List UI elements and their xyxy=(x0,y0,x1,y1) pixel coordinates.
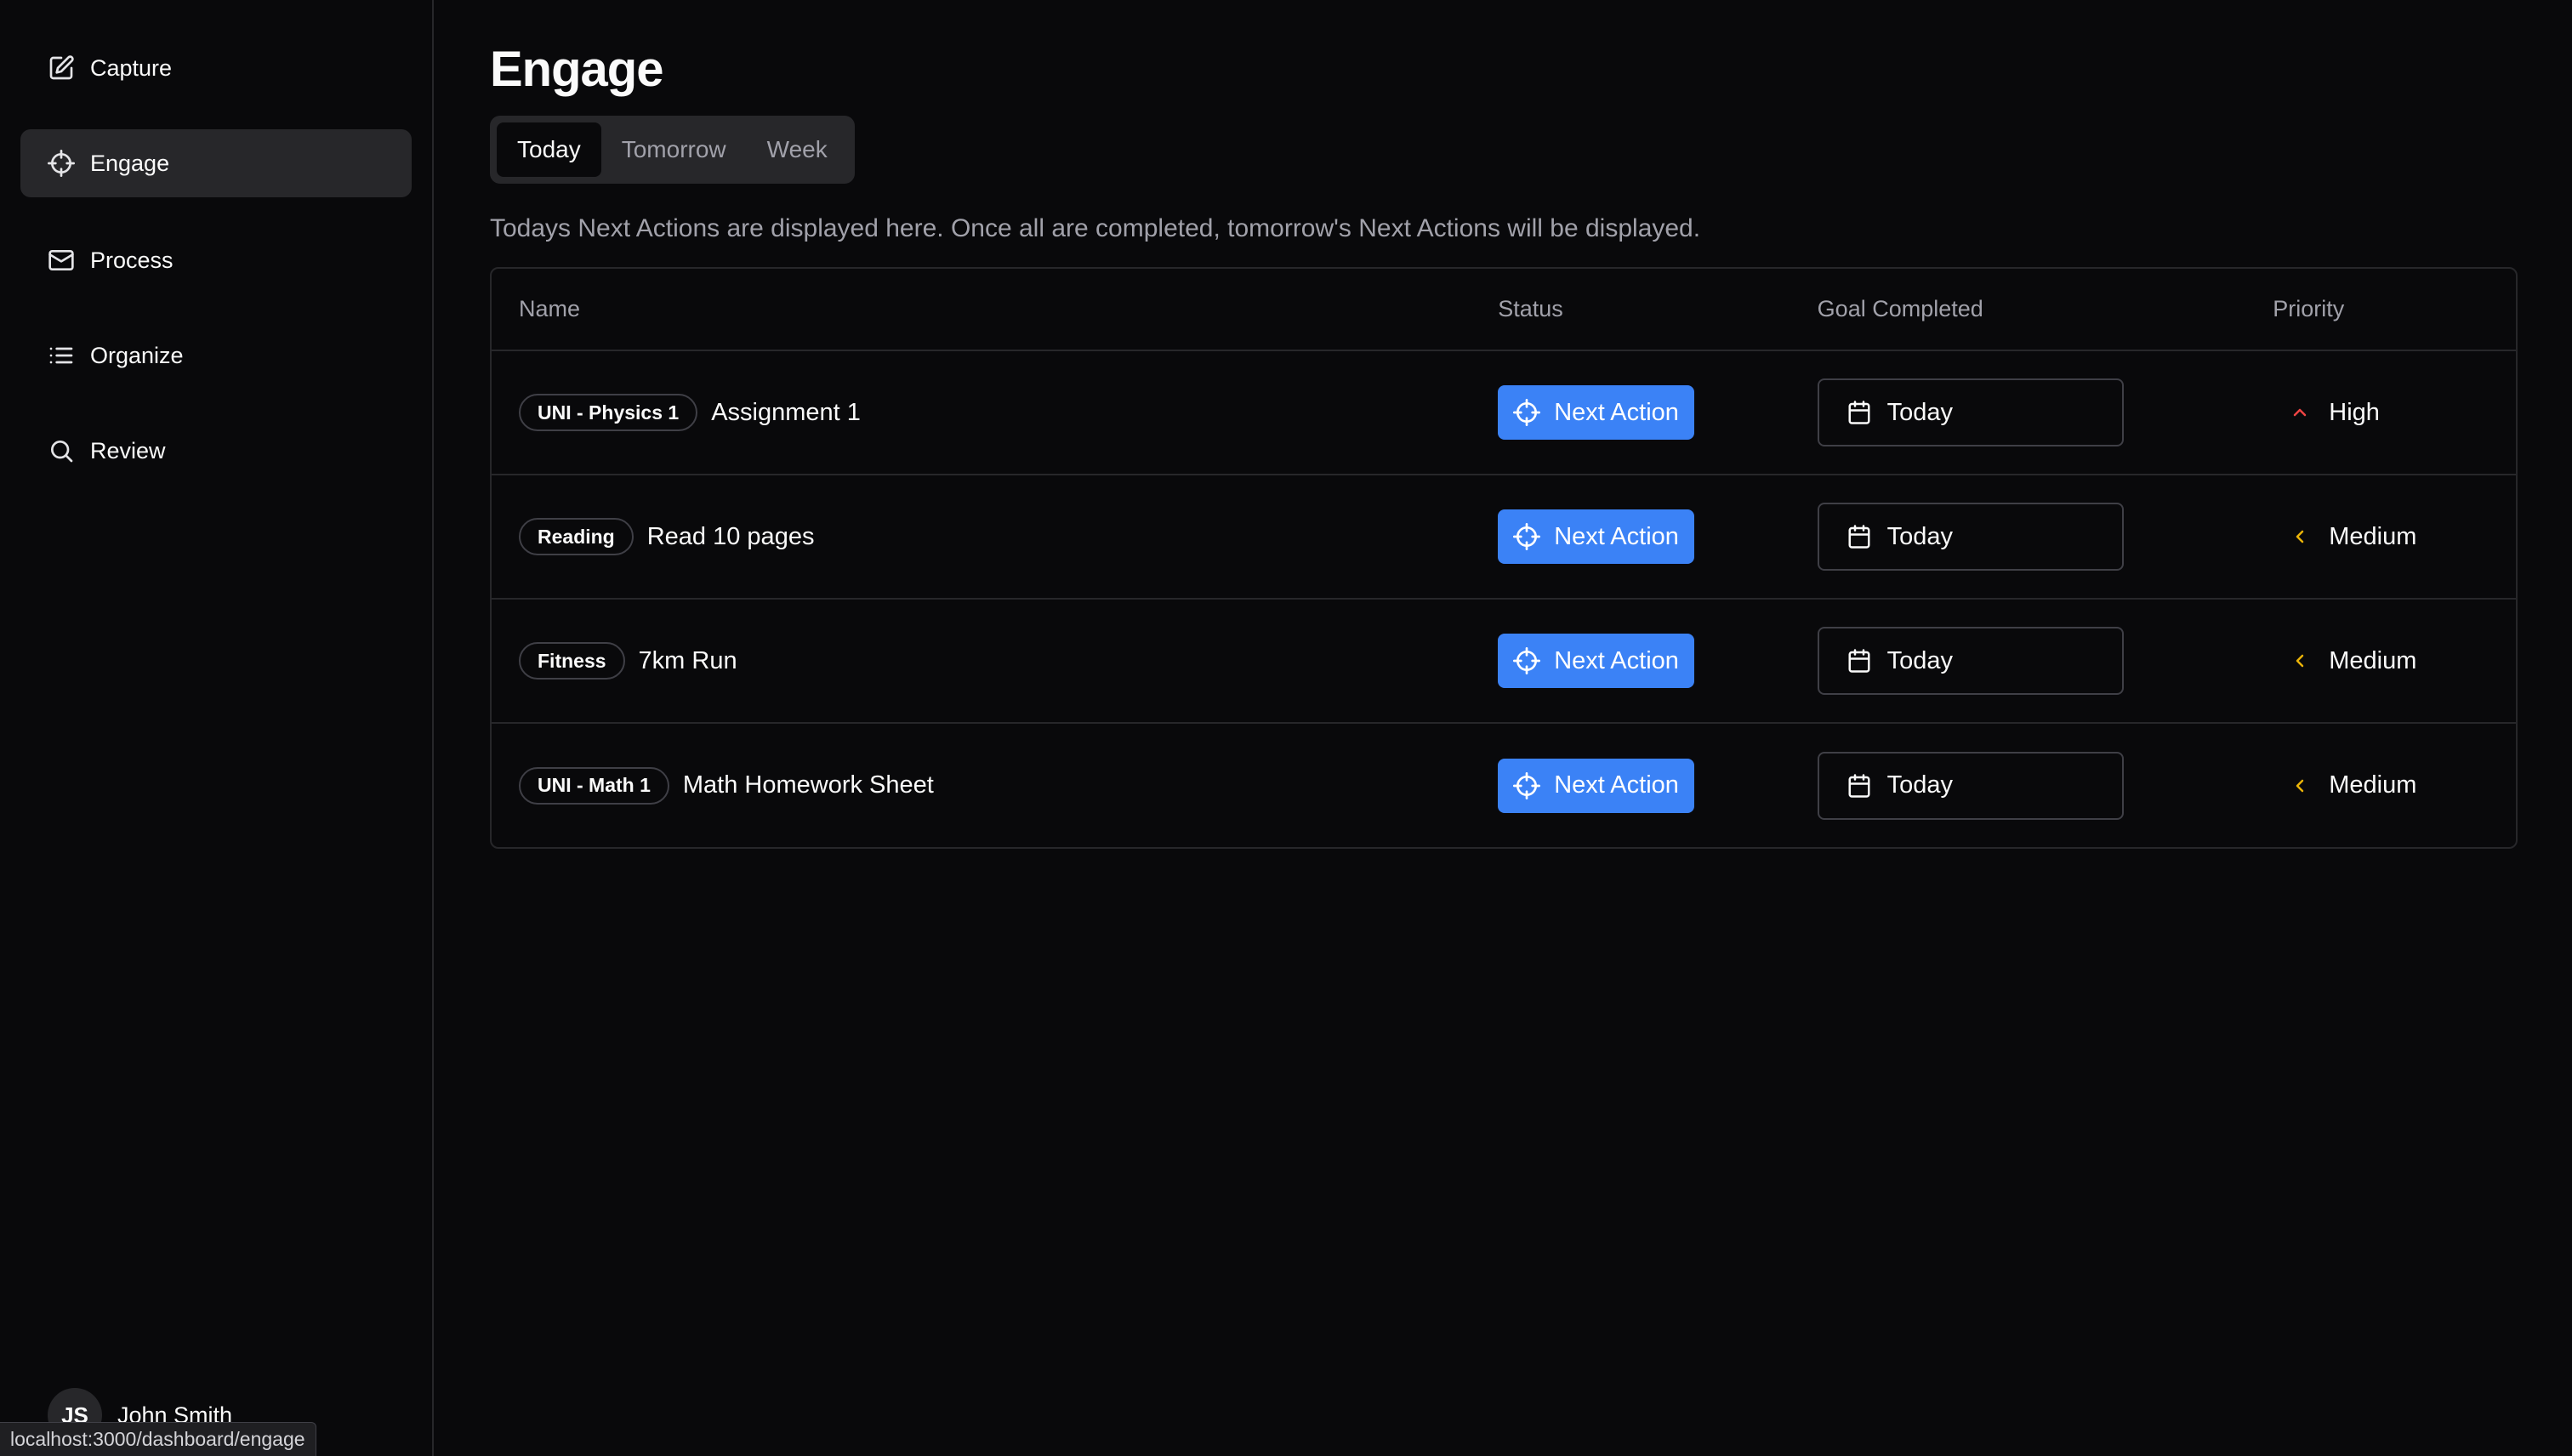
chevron-left-icon xyxy=(2290,776,2310,796)
status-button[interactable]: Next Action xyxy=(1498,385,1694,440)
status-cell: Next Action xyxy=(1471,723,1790,847)
calendar-icon xyxy=(1848,401,1870,424)
date-picker-button[interactable]: Today xyxy=(1817,503,2124,571)
status-cell: Next Action xyxy=(1471,475,1790,600)
goal-cell: Today xyxy=(1790,475,2246,600)
column-header-priority: Priority xyxy=(2245,269,2516,351)
priority-label: Medium xyxy=(2329,646,2417,674)
crosshair-icon xyxy=(1513,647,1541,674)
crosshair-icon xyxy=(1513,771,1541,799)
table-row[interactable]: Reading Read 10 pages Next Action Today … xyxy=(492,475,2516,600)
project-tag: Reading xyxy=(519,518,634,555)
tab-today[interactable]: Today xyxy=(497,122,601,177)
date-label: Today xyxy=(1886,398,1954,426)
tab-tomorrow[interactable]: Tomorrow xyxy=(601,122,747,177)
task-name: Math Homework Sheet xyxy=(682,771,934,799)
mail-icon xyxy=(48,247,75,274)
status-label: Next Action xyxy=(1554,522,1679,550)
crosshair-icon xyxy=(1513,399,1541,426)
priority-cell: Medium xyxy=(2245,723,2516,847)
tab-week[interactable]: Week xyxy=(747,122,848,177)
crosshair-icon xyxy=(48,150,75,177)
status-bar-url: localhost:3000/dashboard/engage xyxy=(0,1422,316,1456)
name-cell: UNI - Physics 1 Assignment 1 xyxy=(492,350,1471,475)
app: Capture Engage Process Organize Review J… xyxy=(0,0,2572,1456)
chevron-left-icon xyxy=(2290,651,2310,671)
sidebar-item-capture[interactable]: Capture xyxy=(20,34,412,102)
priority-label: Medium xyxy=(2329,771,2417,799)
status-cell: Next Action xyxy=(1471,599,1790,724)
sidebar-item-process[interactable]: Process xyxy=(20,226,412,294)
task-name: Read 10 pages xyxy=(646,522,815,550)
priority-cell: Medium xyxy=(2245,475,2516,600)
status-label: Next Action xyxy=(1554,646,1679,674)
table-row[interactable]: UNI - Math 1 Math Homework Sheet Next Ac… xyxy=(492,723,2516,847)
task-name: Assignment 1 xyxy=(711,398,861,426)
calendar-icon xyxy=(1848,525,1870,549)
tab-list: Today Tomorrow Week xyxy=(490,116,855,184)
status-button[interactable]: Next Action xyxy=(1498,634,1694,688)
table-row[interactable]: Fitness 7km Run Next Action Today Medium xyxy=(492,599,2516,724)
project-tag: UNI - Physics 1 xyxy=(519,394,698,431)
chevron-left-icon xyxy=(2290,526,2310,547)
chevron-up-icon xyxy=(2290,402,2310,423)
status-button[interactable]: Next Action xyxy=(1498,758,1694,813)
date-label: Today xyxy=(1886,522,1954,550)
table-row[interactable]: UNI - Physics 1 Assignment 1 Next Action xyxy=(492,350,2516,475)
sidebar-item-review[interactable]: Review xyxy=(20,417,412,485)
sidebar-item-label: Capture xyxy=(90,54,173,81)
calendar-icon xyxy=(1848,773,1870,798)
date-picker-button[interactable]: Today xyxy=(1817,378,2124,446)
table-header-row: Name Status Goal Completed Priority xyxy=(492,269,2516,351)
project-tag: UNI - Math 1 xyxy=(519,766,669,805)
search-icon xyxy=(48,437,75,464)
main-content: Engage Today Tomorrow Week Todays Next A… xyxy=(434,0,2572,1456)
list-icon xyxy=(48,342,75,369)
sidebar: Capture Engage Process Organize Review J… xyxy=(0,0,434,1456)
edit-icon xyxy=(48,54,75,82)
status-label: Next Action xyxy=(1554,398,1679,426)
status-button[interactable]: Next Action xyxy=(1498,509,1694,564)
sidebar-item-organize[interactable]: Organize xyxy=(20,321,412,390)
column-header-status: Status xyxy=(1471,269,1790,351)
page-title: Engage xyxy=(490,42,664,97)
priority-label: Medium xyxy=(2329,522,2417,550)
name-cell: Fitness 7km Run xyxy=(492,599,1471,724)
date-picker-button[interactable]: Today xyxy=(1817,751,2124,820)
column-header-goal: Goal Completed xyxy=(1790,269,2246,351)
name-cell: Reading Read 10 pages xyxy=(492,475,1471,600)
column-header-name: Name xyxy=(492,269,1471,351)
task-name: 7km Run xyxy=(638,646,737,674)
date-picker-button[interactable]: Today xyxy=(1817,627,2124,695)
sidebar-item-label: Organize xyxy=(90,342,184,368)
goal-cell: Today xyxy=(1790,723,2246,847)
priority-cell: High xyxy=(2245,350,2516,475)
priority-cell: Medium xyxy=(2245,599,2516,724)
sidebar-item-label: Process xyxy=(90,247,174,273)
project-tag: Fitness xyxy=(519,642,625,680)
sidebar-item-label: Engage xyxy=(90,150,170,176)
date-label: Today xyxy=(1886,771,1954,799)
sidebar-item-engage[interactable]: Engage xyxy=(20,129,412,197)
actions-table: Name Status Goal Completed Priority UNI … xyxy=(490,267,2518,849)
status-cell: Next Action xyxy=(1471,350,1790,475)
sidebar-item-label: Review xyxy=(90,437,166,464)
page-description: Todays Next Actions are displayed here. … xyxy=(490,214,1701,242)
goal-cell: Today xyxy=(1790,599,2246,724)
date-label: Today xyxy=(1886,646,1954,674)
goal-cell: Today xyxy=(1790,350,2246,475)
priority-label: High xyxy=(2329,398,2380,426)
status-label: Next Action xyxy=(1554,771,1679,799)
crosshair-icon xyxy=(1513,523,1541,550)
calendar-icon xyxy=(1848,649,1870,673)
name-cell: UNI - Math 1 Math Homework Sheet xyxy=(492,723,1471,847)
